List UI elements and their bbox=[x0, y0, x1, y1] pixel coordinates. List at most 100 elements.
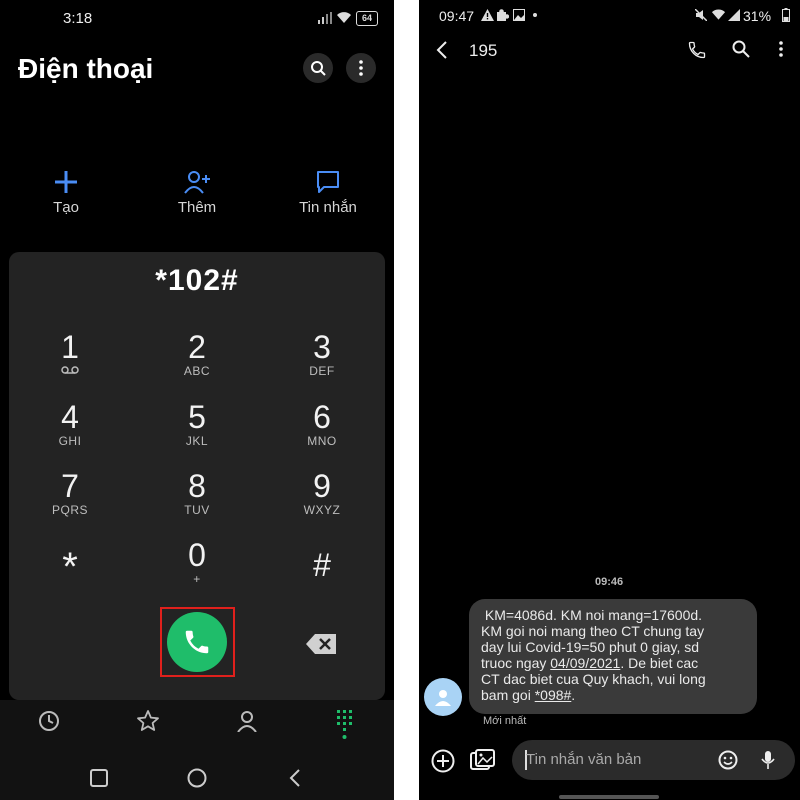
puzzle-icon bbox=[497, 9, 509, 21]
key-digit: 0 bbox=[188, 537, 206, 573]
message-bubble[interactable]: KM=4086d. KM noi mang=17600d. KM goi noi… bbox=[469, 599, 757, 714]
back-button[interactable] bbox=[289, 768, 301, 788]
key-letters: WXYZ bbox=[303, 503, 341, 517]
key-6[interactable]: 6 MNO bbox=[272, 400, 372, 448]
dialpad: *102# 1 2 ABC 3 DEF 4 GHI 5 JKL 6 MNO 7 bbox=[9, 252, 385, 700]
key-star[interactable]: * bbox=[20, 547, 120, 587]
key-digit: # bbox=[313, 547, 331, 583]
key-0[interactable]: 0 + bbox=[147, 538, 247, 586]
key-digit: 1 bbox=[61, 329, 79, 365]
key-digit: 4 bbox=[61, 399, 79, 435]
battery-level: 31% bbox=[743, 8, 772, 24]
search-button[interactable] bbox=[732, 40, 750, 58]
phone-icon bbox=[185, 630, 209, 654]
key-letters: TUV bbox=[184, 503, 210, 517]
search-button[interactable] bbox=[303, 53, 333, 83]
bottom-nav bbox=[0, 700, 394, 800]
key-3[interactable]: 3 DEF bbox=[272, 330, 372, 378]
message-input[interactable]: Tin nhắn văn bản bbox=[512, 740, 795, 780]
phone-dialer-screen: 3:18 64 Điện thoại Tạo Thêm Tin nhắn *10… bbox=[0, 0, 394, 800]
status-time: 09:47 bbox=[439, 8, 475, 24]
latest-label: Mới nhất bbox=[483, 715, 527, 727]
key-digit: 9 bbox=[313, 468, 331, 504]
more-options-button[interactable] bbox=[346, 53, 376, 83]
message-text: . De biet cac bbox=[620, 655, 699, 671]
key-4[interactable]: 4 GHI bbox=[20, 400, 120, 448]
phone-icon bbox=[688, 41, 706, 59]
search-icon bbox=[732, 40, 750, 58]
call-button[interactable] bbox=[687, 40, 707, 60]
emoji-button[interactable] bbox=[718, 750, 738, 770]
back-arrow-icon bbox=[436, 41, 447, 59]
key-8[interactable]: 8 TUV bbox=[147, 469, 247, 517]
key-letters: PQRS bbox=[51, 503, 88, 517]
more-options-button[interactable] bbox=[779, 41, 783, 57]
back-button[interactable] bbox=[436, 41, 448, 59]
key-letters: ABC bbox=[183, 364, 211, 378]
image-icon bbox=[513, 9, 525, 21]
contact-name: 195 bbox=[469, 41, 498, 60]
message-text: . bbox=[571, 687, 576, 703]
key-hash[interactable]: # bbox=[272, 548, 372, 582]
message-text: bam goi bbox=[481, 687, 535, 703]
search-icon bbox=[311, 61, 326, 76]
backspace-icon bbox=[306, 634, 336, 654]
clock-icon bbox=[39, 711, 59, 731]
microphone-icon bbox=[761, 751, 775, 769]
backspace-button[interactable] bbox=[306, 634, 336, 654]
add-person-icon bbox=[184, 171, 210, 194]
message-line: day lui Covid-19=50 phut 0 giay, sd bbox=[481, 639, 700, 655]
favorites-tab[interactable] bbox=[136, 709, 160, 733]
key-digit: 7 bbox=[61, 468, 79, 504]
message-line: truoc ngay 04/09/2021. De biet cac bbox=[481, 655, 745, 671]
message-button[interactable]: Tin nhắn bbox=[283, 169, 373, 216]
ussd-code-link[interactable]: *098# bbox=[535, 687, 572, 703]
add-contact-button[interactable]: Thêm bbox=[152, 169, 242, 216]
battery-icon bbox=[782, 8, 790, 22]
plus-icon bbox=[55, 171, 77, 193]
key-digit: 2 bbox=[188, 329, 206, 365]
status-time: 3:18 bbox=[63, 10, 93, 27]
key-7[interactable]: 7 PQRS bbox=[20, 469, 120, 517]
star-icon bbox=[137, 710, 159, 731]
person-icon bbox=[237, 711, 257, 732]
key-digit: 6 bbox=[313, 399, 331, 435]
back-icon bbox=[289, 769, 300, 787]
key-letters: + bbox=[193, 572, 201, 586]
voice-input-button[interactable] bbox=[761, 750, 775, 770]
message-line: bam goi *098#. bbox=[481, 687, 745, 703]
home-button[interactable] bbox=[187, 768, 207, 788]
create-contact-button[interactable]: Tạo bbox=[21, 169, 111, 216]
call-button[interactable] bbox=[167, 612, 227, 672]
key-letters: DEF bbox=[309, 364, 335, 378]
recent-apps-icon bbox=[90, 769, 108, 787]
add-label: Thêm bbox=[177, 199, 217, 216]
key-1[interactable]: 1 bbox=[20, 330, 120, 375]
keypad-tab[interactable] bbox=[337, 710, 353, 740]
dial-input[interactable]: *102# bbox=[9, 264, 385, 298]
add-circle-icon bbox=[431, 749, 455, 773]
emoji-icon bbox=[718, 750, 738, 770]
message-timestamp: 09:46 bbox=[595, 576, 624, 588]
date-link[interactable]: 04/09/2021 bbox=[550, 655, 620, 671]
key-2[interactable]: 2 ABC bbox=[147, 330, 247, 378]
messages-screen: 09:47 31% 195 09:46 KM=4086d. KM noi man… bbox=[419, 0, 800, 800]
avatar[interactable] bbox=[424, 678, 462, 716]
key-5[interactable]: 5 JKL bbox=[147, 400, 247, 448]
key-digit: 5 bbox=[188, 399, 206, 435]
warning-icon bbox=[481, 9, 494, 21]
input-placeholder: Tin nhắn văn bản bbox=[526, 751, 642, 768]
battery-icon: 64 bbox=[356, 11, 378, 26]
more-vertical-icon bbox=[779, 41, 783, 57]
add-attachment-button[interactable] bbox=[431, 749, 455, 773]
gallery-button[interactable] bbox=[470, 749, 496, 773]
recents-tab[interactable] bbox=[38, 710, 60, 732]
message-icon bbox=[317, 171, 339, 193]
contacts-tab[interactable] bbox=[236, 710, 258, 732]
message-line: KM goi noi mang theo CT chung tay bbox=[481, 623, 705, 639]
recent-apps-button[interactable] bbox=[90, 769, 108, 787]
key-digit: 8 bbox=[188, 468, 206, 504]
message-line: KM=4086d. KM noi mang=17600d. bbox=[481, 607, 703, 623]
key-letters: MNO bbox=[307, 434, 337, 448]
key-9[interactable]: 9 WXYZ bbox=[272, 469, 372, 517]
